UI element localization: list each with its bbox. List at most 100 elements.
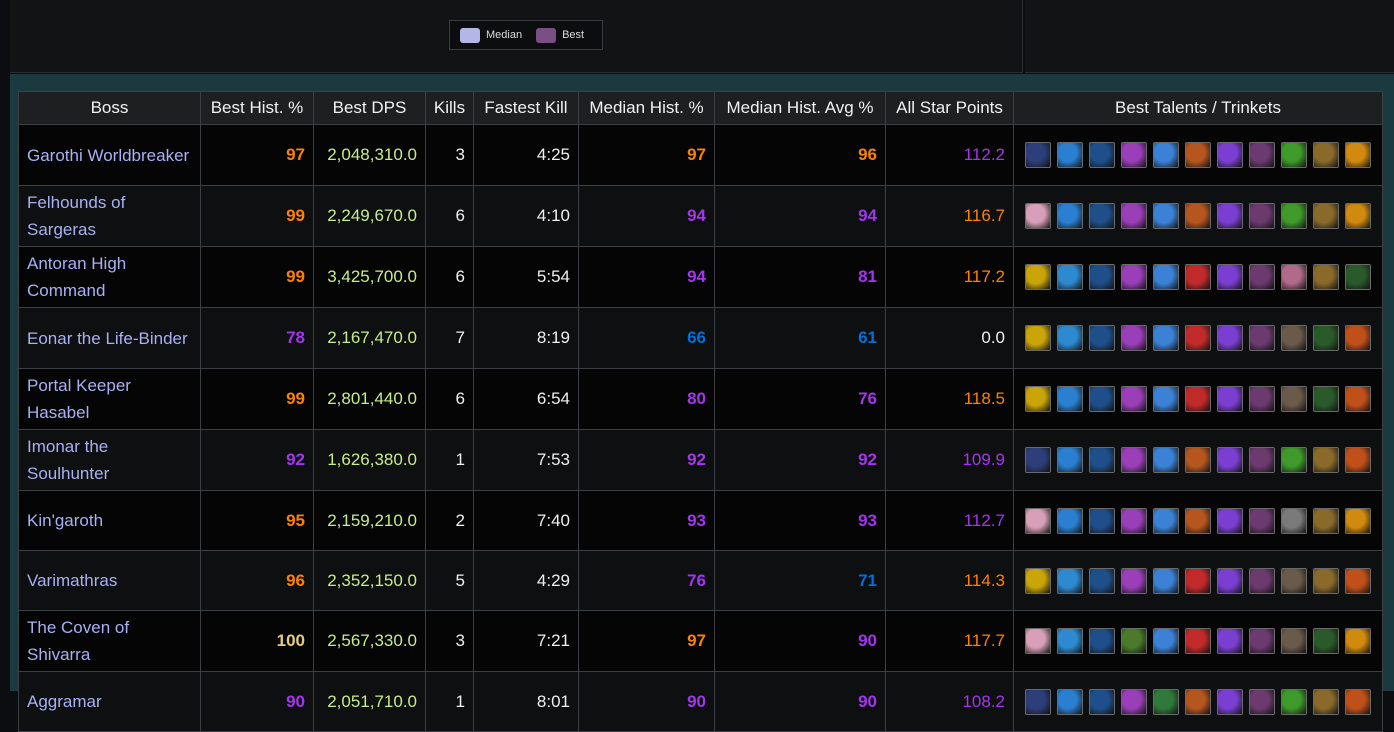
ice-claw-icon[interactable] xyxy=(1153,325,1179,351)
void-rune-icon[interactable] xyxy=(1249,386,1275,412)
frost-wolf-icon[interactable] xyxy=(1057,447,1083,473)
green-cloak-icon[interactable] xyxy=(1313,325,1339,351)
shadow-orb-icon[interactable] xyxy=(1217,325,1243,351)
purple-swirl-icon[interactable] xyxy=(1121,203,1147,229)
void-rune-icon[interactable] xyxy=(1249,325,1275,351)
golden-crest-icon[interactable] xyxy=(1345,142,1371,168)
bronze-helm-icon[interactable] xyxy=(1313,688,1339,715)
fire-helm-icon[interactable] xyxy=(1345,567,1371,594)
boss-link[interactable]: The Coven of Shivarra xyxy=(18,610,201,672)
green-claw-icon[interactable] xyxy=(1281,688,1307,715)
red-strike-icon[interactable] xyxy=(1185,325,1211,351)
frost-spiral-icon[interactable] xyxy=(1089,628,1115,654)
frost-leaf-icon[interactable] xyxy=(1057,628,1083,654)
golden-crest-icon[interactable] xyxy=(1345,507,1371,534)
header-best-dps[interactable]: Best DPS xyxy=(313,91,426,125)
fire-beast-icon[interactable] xyxy=(1185,447,1211,473)
void-rune-icon[interactable] xyxy=(1249,203,1275,229)
boss-link[interactable]: Portal Keeper Hasabel xyxy=(18,368,201,430)
frost-spiral-icon[interactable] xyxy=(1089,447,1115,473)
frost-leaf-icon[interactable] xyxy=(1057,567,1083,594)
legend-best[interactable]: Best xyxy=(536,27,584,43)
purple-swirl-icon[interactable] xyxy=(1121,567,1147,594)
shadow-orb-icon[interactable] xyxy=(1217,507,1243,534)
boss-link[interactable]: Felhounds of Sargeras xyxy=(18,185,201,247)
boss-link[interactable]: Eonar the Life-Binder xyxy=(18,307,201,369)
header-boss[interactable]: Boss xyxy=(18,91,201,125)
frost-spiral-icon[interactable] xyxy=(1089,567,1115,594)
purple-swirl-icon[interactable] xyxy=(1121,688,1147,715)
header-best-talents-trinkets[interactable]: Best Talents / Trinkets xyxy=(1013,91,1383,125)
header-median-hist[interactable]: Median Hist. % xyxy=(578,91,715,125)
shadow-orb-icon[interactable] xyxy=(1217,567,1243,594)
bow-icon[interactable] xyxy=(1281,507,1307,534)
header-all-star-points[interactable]: All Star Points xyxy=(885,91,1014,125)
fire-helm-icon[interactable] xyxy=(1345,447,1371,473)
green-cloak-icon[interactable] xyxy=(1345,264,1371,290)
shadow-orb-icon[interactable] xyxy=(1217,688,1243,715)
frost-spiral-icon[interactable] xyxy=(1089,142,1115,168)
header-kills[interactable]: Kills xyxy=(425,91,474,125)
horn-icon[interactable] xyxy=(1281,325,1307,351)
purple-swirl-icon[interactable] xyxy=(1121,447,1147,473)
void-rune-icon[interactable] xyxy=(1249,507,1275,534)
yellow-beast-icon[interactable] xyxy=(1025,567,1051,594)
green-strike-icon[interactable] xyxy=(1153,688,1179,715)
frost-spiral-icon[interactable] xyxy=(1089,688,1115,715)
shadow-orb-icon[interactable] xyxy=(1217,142,1243,168)
shadow-orb-icon[interactable] xyxy=(1217,203,1243,229)
red-strike-icon[interactable] xyxy=(1185,567,1211,594)
yellow-beast-icon[interactable] xyxy=(1025,264,1051,290)
purple-swirl-icon[interactable] xyxy=(1121,507,1147,534)
ice-claw-icon[interactable] xyxy=(1153,628,1179,654)
boss-link[interactable]: Garothi Worldbreaker xyxy=(18,124,201,186)
purple-swirl-icon[interactable] xyxy=(1121,142,1147,168)
fire-helm-icon[interactable] xyxy=(1345,688,1371,715)
fire-helm-icon[interactable] xyxy=(1345,386,1371,412)
yellow-beast-icon[interactable] xyxy=(1025,325,1051,351)
shadow-orb-icon[interactable] xyxy=(1217,264,1243,290)
void-rune-icon[interactable] xyxy=(1249,447,1275,473)
shadow-orb-icon[interactable] xyxy=(1217,447,1243,473)
yellow-beast-icon[interactable] xyxy=(1025,386,1051,412)
header-best-hist[interactable]: Best Hist. % xyxy=(200,91,314,125)
frost-spiral-icon[interactable] xyxy=(1089,507,1115,534)
green-cloak-icon[interactable] xyxy=(1313,386,1339,412)
frost-leaf-icon[interactable] xyxy=(1057,264,1083,290)
header-median-hist-avg[interactable]: Median Hist. Avg % xyxy=(714,91,886,125)
frost-wolf-icon[interactable] xyxy=(1057,688,1083,715)
bronze-helm-icon[interactable] xyxy=(1313,203,1339,229)
bronze-helm-icon[interactable] xyxy=(1313,567,1339,594)
boss-link[interactable]: Antoran High Command xyxy=(18,246,201,308)
fire-beast-icon[interactable] xyxy=(1185,688,1211,715)
bronze-helm-icon[interactable] xyxy=(1313,264,1339,290)
pink-flower-icon[interactable] xyxy=(1025,628,1051,654)
golden-crest-icon[interactable] xyxy=(1345,628,1371,654)
purple-swirl-icon[interactable] xyxy=(1121,325,1147,351)
pink-bow-icon[interactable] xyxy=(1281,264,1307,290)
red-strike-icon[interactable] xyxy=(1185,386,1211,412)
bronze-helm-icon[interactable] xyxy=(1313,507,1339,534)
fire-beast-icon[interactable] xyxy=(1185,142,1211,168)
deathknight-blue-icon[interactable] xyxy=(1025,142,1051,168)
green-claw-icon[interactable] xyxy=(1281,447,1307,473)
boss-link[interactable]: Imonar the Soulhunter xyxy=(18,429,201,491)
pink-flower-icon[interactable] xyxy=(1025,507,1051,534)
purple-swirl-icon[interactable] xyxy=(1121,386,1147,412)
legend-median[interactable]: Median xyxy=(460,27,522,43)
ice-claw-icon[interactable] xyxy=(1153,386,1179,412)
green-claw-icon[interactable] xyxy=(1281,203,1307,229)
shadow-orb-icon[interactable] xyxy=(1217,386,1243,412)
ice-claw-icon[interactable] xyxy=(1153,567,1179,594)
ice-claw-icon[interactable] xyxy=(1153,264,1179,290)
void-rune-icon[interactable] xyxy=(1249,688,1275,715)
green-claw-icon[interactable] xyxy=(1281,142,1307,168)
fire-beast-icon[interactable] xyxy=(1185,507,1211,534)
fire-beast-icon[interactable] xyxy=(1185,203,1211,229)
frost-wolf-icon[interactable] xyxy=(1057,507,1083,534)
header-fastest-kill[interactable]: Fastest Kill xyxy=(473,91,579,125)
frost-spiral-icon[interactable] xyxy=(1089,325,1115,351)
frost-spiral-icon[interactable] xyxy=(1089,203,1115,229)
green-cloak-icon[interactable] xyxy=(1313,628,1339,654)
frost-wolf-icon[interactable] xyxy=(1057,142,1083,168)
